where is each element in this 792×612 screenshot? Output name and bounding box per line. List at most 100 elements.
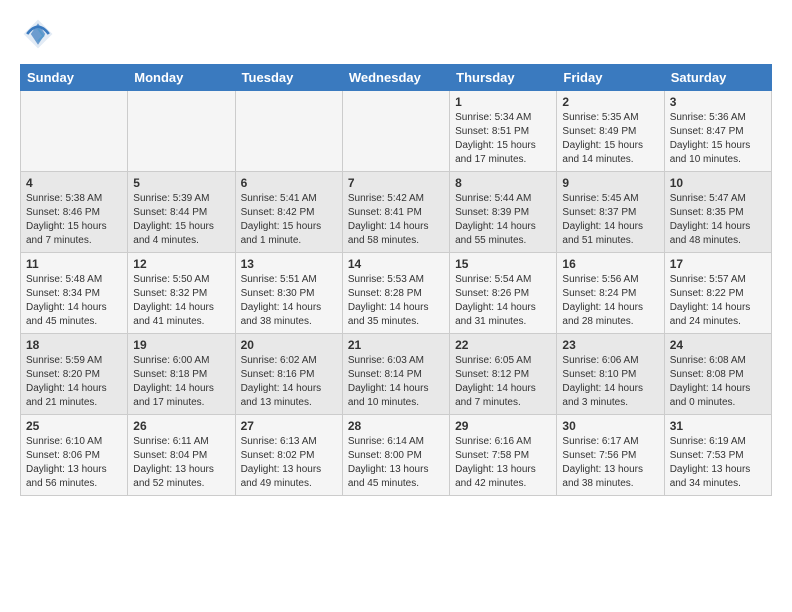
day-number: 10 [670,176,766,190]
day-number: 25 [26,419,122,433]
day-info: Sunrise: 5:38 AM Sunset: 8:46 PM Dayligh… [26,192,122,248]
calendar-cell: 29Sunrise: 6:16 AM Sunset: 7:58 PM Dayli… [450,415,557,496]
day-number: 11 [26,257,122,271]
day-info: Sunrise: 5:50 AM Sunset: 8:32 PM Dayligh… [133,273,229,329]
day-number: 30 [562,419,658,433]
calendar-week-row: 25 Sunrise: 6:10 AM Sunset: 8:06 PM Dayli… [21,415,772,496]
day-info: Sunrise: 6:13 AM Sunset: 8:02 PM Dayligh… [241,435,337,491]
calendar-cell: 1 Sunrise: 5:34 AM Sunset: 8:51 PM Daylig… [450,91,557,172]
day-info: Sunrise: 5:34 AM Sunset: 8:51 PM Dayligh… [455,111,551,167]
day-number: 21 [348,338,444,352]
day-info: Sunrise: 6:14 AM Sunset: 8:00 PM Dayligh… [348,435,444,491]
day-number: 7 [348,176,444,190]
calendar-cell: 3 Sunrise: 5:36 AM Sunset: 8:47 PM Daylig… [664,91,771,172]
calendar-cell: 2Sunrise: 5:35 AM Sunset: 8:49 PM Daylig… [557,91,664,172]
page-header [20,16,772,52]
day-number: 29 [455,419,551,433]
calendar-cell: 14Sunrise: 5:53 AM Sunset: 8:28 PM Dayli… [342,253,449,334]
day-number: 15 [455,257,551,271]
day-number: 4 [26,176,122,190]
weekday-header-wednesday: Wednesday [342,65,449,91]
calendar-cell [342,91,449,172]
calendar-week-row: 4 Sunrise: 5:38 AM Sunset: 8:46 PM Daylig… [21,172,772,253]
day-number: 23 [562,338,658,352]
day-number: 12 [133,257,229,271]
calendar-week-row: 11 Sunrise: 5:48 AM Sunset: 8:34 PM Dayli… [21,253,772,334]
day-info: Sunrise: 5:59 AM Sunset: 8:20 PM Dayligh… [26,354,122,410]
logo-icon [20,16,56,52]
day-info: Sunrise: 5:44 AM Sunset: 8:39 PM Dayligh… [455,192,551,248]
calendar-cell: 18 Sunrise: 5:59 AM Sunset: 8:20 PM Dayli… [21,334,128,415]
day-number: 19 [133,338,229,352]
calendar-cell: 9 Sunrise: 5:45 AM Sunset: 8:37 PM Daylig… [557,172,664,253]
calendar-cell: 30Sunrise: 6:17 AM Sunset: 7:56 PM Dayli… [557,415,664,496]
calendar-cell: 20Sunrise: 6:02 AM Sunset: 8:16 PM Dayli… [235,334,342,415]
day-number: 13 [241,257,337,271]
day-info: Sunrise: 6:19 AM Sunset: 7:53 PM Dayligh… [670,435,766,491]
day-number: 18 [26,338,122,352]
day-info: Sunrise: 5:41 AM Sunset: 8:42 PM Dayligh… [241,192,337,248]
day-info: Sunrise: 5:57 AM Sunset: 8:22 PM Dayligh… [670,273,766,329]
calendar-week-row: 18 Sunrise: 5:59 AM Sunset: 8:20 PM Dayli… [21,334,772,415]
day-info: Sunrise: 6:00 AM Sunset: 8:18 PM Dayligh… [133,354,229,410]
calendar-cell: 8Sunrise: 5:44 AM Sunset: 8:39 PM Daylig… [450,172,557,253]
day-info: Sunrise: 5:51 AM Sunset: 8:30 PM Dayligh… [241,273,337,329]
day-info: Sunrise: 6:03 AM Sunset: 8:14 PM Dayligh… [348,354,444,410]
calendar-week-row: 1 Sunrise: 5:34 AM Sunset: 8:51 PM Daylig… [21,91,772,172]
calendar-cell [21,91,128,172]
day-info: Sunrise: 6:11 AM Sunset: 8:04 PM Dayligh… [133,435,229,491]
calendar-cell: 13 Sunrise: 5:51 AM Sunset: 8:30 PM Dayli… [235,253,342,334]
day-number: 17 [670,257,766,271]
calendar-cell: 5 Sunrise: 5:39 AM Sunset: 8:44 PM Daylig… [128,172,235,253]
day-info: Sunrise: 5:56 AM Sunset: 8:24 PM Dayligh… [562,273,658,329]
weekday-header-sunday: Sunday [21,65,128,91]
calendar-cell: 26 Sunrise: 6:11 AM Sunset: 8:04 PM Dayli… [128,415,235,496]
day-info: Sunrise: 5:42 AM Sunset: 8:41 PM Dayligh… [348,192,444,248]
day-info: Sunrise: 6:05 AM Sunset: 8:12 PM Dayligh… [455,354,551,410]
day-number: 28 [348,419,444,433]
day-number: 9 [562,176,658,190]
calendar-cell: 11 Sunrise: 5:48 AM Sunset: 8:34 PM Dayli… [21,253,128,334]
calendar-cell: 23Sunrise: 6:06 AM Sunset: 8:10 PM Dayli… [557,334,664,415]
calendar-cell: 4 Sunrise: 5:38 AM Sunset: 8:46 PM Daylig… [21,172,128,253]
calendar-cell: 27 Sunrise: 6:13 AM Sunset: 8:02 PM Dayli… [235,415,342,496]
calendar-cell: 31 Sunrise: 6:19 AM Sunset: 7:53 PM Dayli… [664,415,771,496]
day-number: 6 [241,176,337,190]
weekday-header-monday: Monday [128,65,235,91]
day-info: Sunrise: 5:45 AM Sunset: 8:37 PM Dayligh… [562,192,658,248]
calendar-cell: 6 Sunrise: 5:41 AM Sunset: 8:42 PM Daylig… [235,172,342,253]
day-number: 3 [670,95,766,109]
day-info: Sunrise: 5:47 AM Sunset: 8:35 PM Dayligh… [670,192,766,248]
calendar-cell [128,91,235,172]
day-number: 27 [241,419,337,433]
day-number: 1 [455,95,551,109]
calendar-cell: 25 Sunrise: 6:10 AM Sunset: 8:06 PM Dayli… [21,415,128,496]
day-number: 16 [562,257,658,271]
calendar-cell: 16 Sunrise: 5:56 AM Sunset: 8:24 PM Dayli… [557,253,664,334]
calendar-cell: 21 Sunrise: 6:03 AM Sunset: 8:14 PM Dayli… [342,334,449,415]
day-info: Sunrise: 5:48 AM Sunset: 8:34 PM Dayligh… [26,273,122,329]
day-info: Sunrise: 5:36 AM Sunset: 8:47 PM Dayligh… [670,111,766,167]
logo [20,16,62,52]
day-number: 31 [670,419,766,433]
weekday-header-thursday: Thursday [450,65,557,91]
day-info: Sunrise: 6:08 AM Sunset: 8:08 PM Dayligh… [670,354,766,410]
day-number: 26 [133,419,229,433]
weekday-header-friday: Friday [557,65,664,91]
day-info: Sunrise: 5:39 AM Sunset: 8:44 PM Dayligh… [133,192,229,248]
calendar-cell: 10 Sunrise: 5:47 AM Sunset: 8:35 PM Dayli… [664,172,771,253]
calendar-cell: 22Sunrise: 6:05 AM Sunset: 8:12 PM Dayli… [450,334,557,415]
day-info: Sunrise: 6:10 AM Sunset: 8:06 PM Dayligh… [26,435,122,491]
weekday-header-saturday: Saturday [664,65,771,91]
calendar-cell [235,91,342,172]
day-number: 14 [348,257,444,271]
weekday-header-tuesday: Tuesday [235,65,342,91]
day-number: 20 [241,338,337,352]
day-info: Sunrise: 5:54 AM Sunset: 8:26 PM Dayligh… [455,273,551,329]
day-number: 2 [562,95,658,109]
page-container: SundayMondayTuesdayWednesdayThursdayFrid… [0,0,792,506]
calendar-cell: 12 Sunrise: 5:50 AM Sunset: 8:32 PM Dayli… [128,253,235,334]
day-number: 5 [133,176,229,190]
calendar-cell: 17 Sunrise: 5:57 AM Sunset: 8:22 PM Dayli… [664,253,771,334]
calendar-cell: 19 Sunrise: 6:00 AM Sunset: 8:18 PM Dayli… [128,334,235,415]
